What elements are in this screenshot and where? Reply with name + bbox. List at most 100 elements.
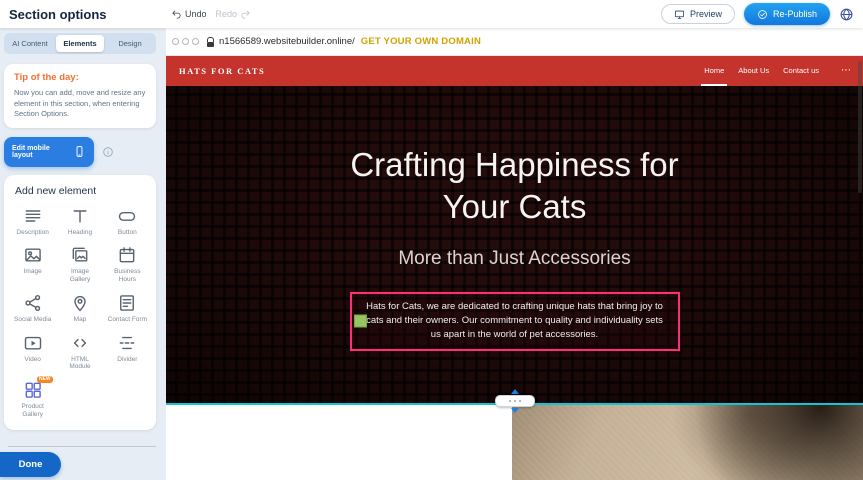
add-element-product-gallery[interactable]: NEW Product Gallery [9, 380, 56, 419]
element-label: Business Hours [107, 268, 147, 284]
lock-icon [207, 37, 214, 47]
element-label: Heading [68, 229, 92, 237]
element-label: Social Media [14, 316, 51, 324]
edit-mobile-label: Edit mobile layout [12, 145, 68, 159]
window-dots [172, 38, 199, 45]
drag-handle[interactable] [354, 315, 367, 328]
nav-about-us[interactable]: About Us [738, 55, 769, 86]
window-dot [182, 38, 189, 45]
add-element-contact-form[interactable]: Contact Form [104, 293, 151, 324]
resize-grip [495, 395, 535, 407]
tip-body: Now you can add, move and resize any ele… [14, 88, 146, 120]
info-icon[interactable] [102, 146, 114, 158]
add-element-video[interactable]: Video [9, 333, 56, 372]
window-dot [172, 38, 179, 45]
add-element-divider[interactable]: Divider [104, 333, 151, 372]
element-label: Description [16, 229, 49, 237]
next-section [166, 405, 863, 480]
add-element-heading[interactable]: Heading [56, 206, 103, 237]
site-header: HATS FOR CATS Home About Us Contact us ⋯ [166, 55, 863, 86]
new-badge: NEW [37, 376, 53, 383]
resize-up-icon [511, 389, 519, 394]
cat-photo [512, 405, 863, 480]
globe-icon[interactable] [839, 7, 854, 22]
image-gallery-icon [70, 245, 90, 265]
undo-button[interactable]: Undo [171, 9, 207, 20]
element-label: HTML Module [60, 356, 100, 372]
hero-section: Crafting Happiness for Your Cats More th… [166, 86, 863, 405]
site-nav: Home About Us Contact us [704, 55, 819, 86]
element-label: Map [74, 316, 87, 324]
add-element-image[interactable]: Image [9, 245, 56, 284]
topbar: Section options Undo Redo Preview Re-Pub… [0, 0, 863, 28]
element-grid: Description Heading Button Image Image Galle… [9, 206, 151, 419]
element-label: Video [24, 356, 41, 364]
hero-subheading[interactable]: More than Just Accessories [166, 248, 863, 270]
edit-mobile-layout-button[interactable]: Edit mobile layout [4, 137, 94, 167]
element-label: Image Gallery [60, 268, 100, 284]
sidebar: AI ContentElementsDesign Tip of the day:… [0, 28, 166, 480]
description-icon [23, 206, 43, 226]
site-preview: HATS FOR CATS Home About Us Contact us ⋯ C… [166, 55, 863, 480]
tab-ai-content[interactable]: AI Content [6, 35, 54, 52]
element-label: Divider [117, 356, 137, 364]
contact-form-icon [117, 293, 137, 313]
add-element-business-hours[interactable]: Business Hours [104, 245, 151, 284]
preview-button[interactable]: Preview [661, 4, 735, 24]
get-domain-link[interactable]: GET YOUR OWN DOMAIN [361, 36, 481, 47]
edit-mobile-row: Edit mobile layout [4, 137, 156, 167]
map-icon [70, 293, 90, 313]
hero-paragraph-text: Hats for Cats, we are dedicated to craft… [366, 301, 663, 341]
republish-label: Re-Publish [773, 9, 817, 19]
scrollbar-thumb[interactable] [858, 61, 862, 193]
add-element-html-module[interactable]: HTML Module [56, 333, 103, 372]
undo-redo-group: Undo Redo [171, 0, 251, 28]
add-element-image-gallery[interactable]: Image Gallery [56, 245, 103, 284]
redo-button[interactable]: Redo [216, 9, 252, 20]
monitor-icon [674, 9, 685, 20]
add-element-panel: Add new element Description Heading Button… [4, 175, 156, 430]
browser-bar: n1566589.websitebuilder.online/ GET YOUR… [166, 28, 863, 56]
add-element-button[interactable]: Button [104, 206, 151, 237]
undo-label: Undo [185, 9, 207, 19]
check-circle-icon [757, 9, 768, 20]
element-label: Button [118, 229, 137, 237]
add-element-description[interactable]: Description [9, 206, 56, 237]
nav-more-button[interactable]: ⋯ [841, 65, 851, 76]
phone-icon [73, 145, 86, 158]
button-icon [117, 206, 137, 226]
hero-heading[interactable]: Crafting Happiness for Your Cats [317, 86, 712, 228]
heading-icon [70, 206, 90, 226]
site-url: n1566589.websitebuilder.online/ [219, 36, 355, 47]
tab-elements[interactable]: Elements [56, 35, 104, 52]
element-label: Product Gallery [13, 403, 53, 419]
divider-icon [117, 333, 137, 353]
page-title: Section options [9, 7, 107, 22]
done-button[interactable]: Done [0, 452, 61, 477]
element-label: Image [24, 268, 42, 276]
section-resize-handle[interactable] [495, 389, 535, 413]
element-label: Contact Form [108, 316, 147, 324]
add-panel-title: Add new element [15, 185, 151, 197]
image-icon [23, 245, 43, 265]
tab-design[interactable]: Design [106, 35, 154, 52]
site-logo[interactable]: HATS FOR CATS [179, 66, 265, 76]
product-gallery-icon: NEW [23, 380, 43, 400]
video-icon [23, 333, 43, 353]
undo-icon [171, 9, 182, 20]
social-media-icon [23, 293, 43, 313]
republish-button[interactable]: Re-Publish [744, 3, 830, 25]
sidebar-divider [8, 446, 156, 447]
add-element-map[interactable]: Map [56, 293, 103, 324]
window-dot [192, 38, 199, 45]
redo-icon [240, 9, 251, 20]
topbar-actions: Preview Re-Publish [661, 3, 854, 25]
html-module-icon [70, 333, 90, 353]
nav-home[interactable]: Home [704, 55, 724, 86]
nav-contact-us[interactable]: Contact us [783, 55, 819, 86]
add-element-social-media[interactable]: Social Media [9, 293, 56, 324]
sidebar-tabs: AI ContentElementsDesign [4, 33, 156, 54]
hero-paragraph-selected[interactable]: Hats for Cats, we are dedicated to craft… [350, 292, 680, 351]
resize-down-icon [511, 408, 519, 413]
tip-card: Tip of the day: Now you can add, move an… [4, 64, 156, 128]
